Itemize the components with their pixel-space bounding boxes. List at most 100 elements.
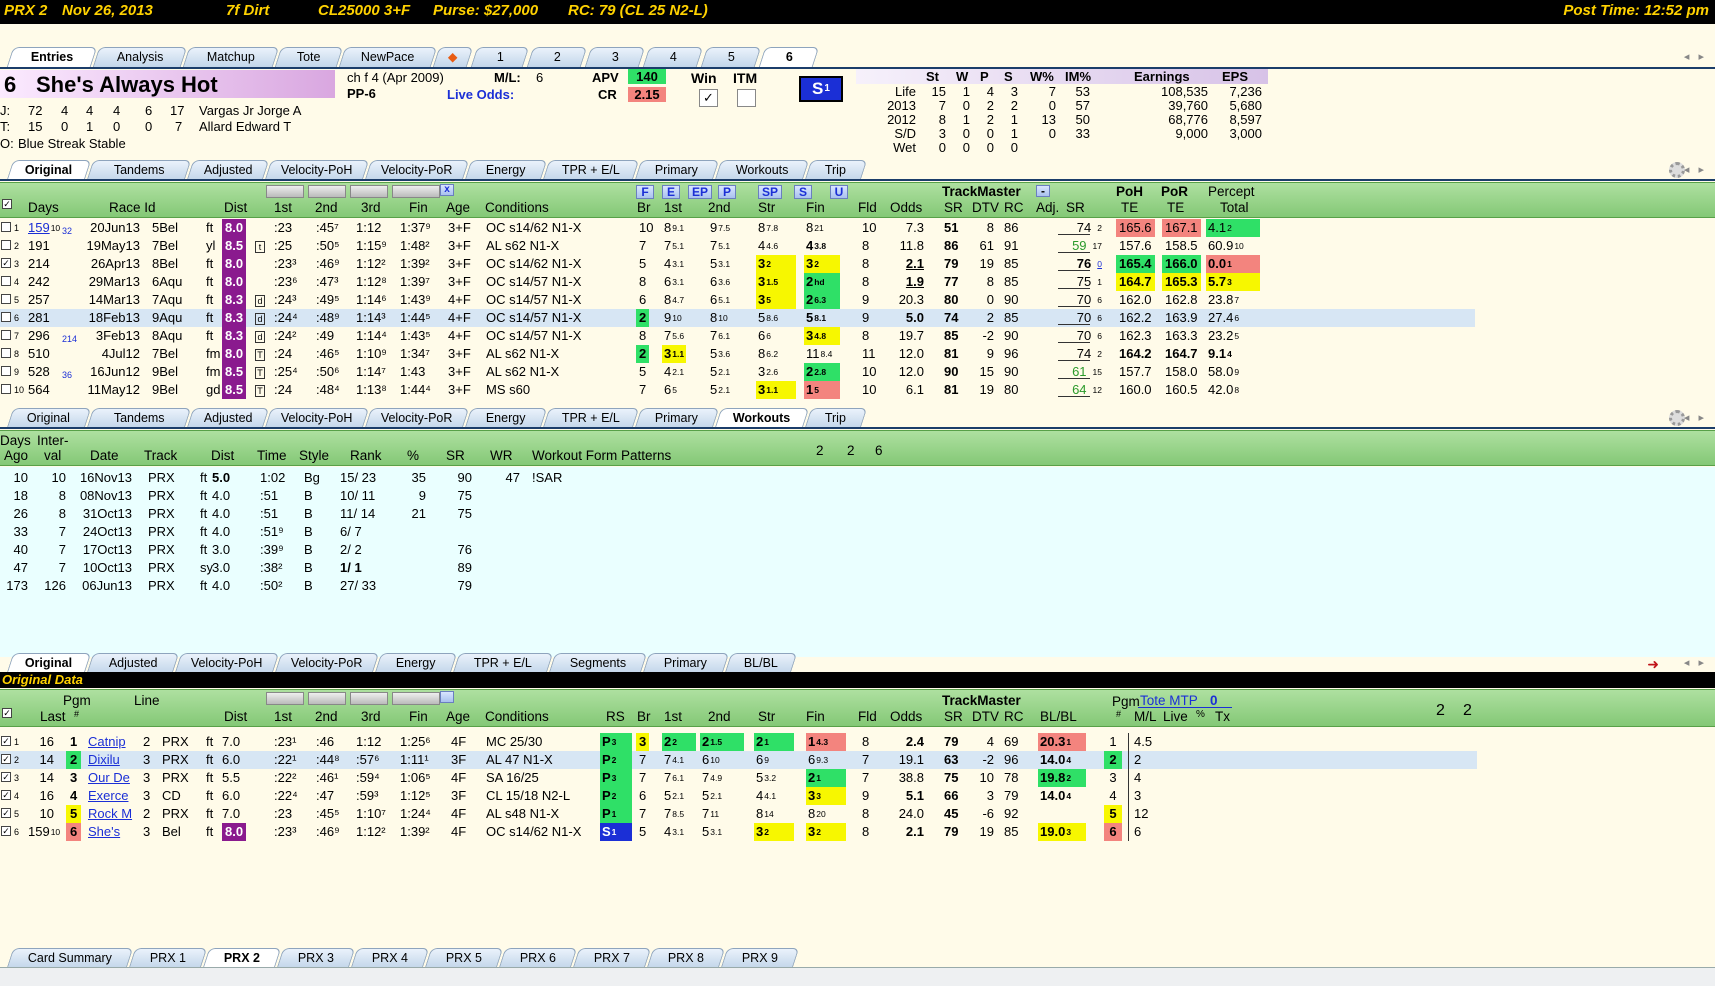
- workout-row[interactable]: 40 7 17Oct13 PRX ft 3.0:39⁹ B 2/ 2 76: [0, 541, 1715, 559]
- fd-sort-3rd-button[interactable]: [350, 692, 388, 705]
- bottom-tab-card-summary[interactable]: Card Summary: [6, 948, 134, 968]
- field-horse-name[interactable]: Rock M: [88, 805, 132, 823]
- wk-tab-tpr-el[interactable]: TPR + E/L: [542, 408, 640, 428]
- pp-tab-tpr-el[interactable]: TPR + E/L: [542, 160, 640, 180]
- fd-tab-primary[interactable]: Primary: [642, 653, 730, 673]
- pp-tab-adjusted[interactable]: Adjusted: [186, 160, 270, 180]
- pp-select-all-checkbox[interactable]: ✓: [2, 199, 12, 209]
- fd-tab-original[interactable]: Original: [6, 653, 92, 673]
- pp-row-checkbox[interactable]: [1, 240, 11, 250]
- field-horse-name[interactable]: She's: [88, 823, 120, 841]
- field-row[interactable]: ✓ 6 15910 6 She's 3 Bel ft 8.0:23³:46⁹ 1:12² 1:39²…: [0, 823, 1477, 841]
- field-row-checkbox[interactable]: ✓: [1, 754, 11, 764]
- workout-row[interactable]: 10 10 16Nov13 PRX ft 5.0 1:02 Bg 15/ 23 35 90 47 !SA…: [0, 469, 1715, 487]
- field-row-checkbox[interactable]: ✓: [1, 772, 11, 782]
- pp-sort-2nd-button[interactable]: [308, 185, 346, 198]
- bottom-tab-prx-6[interactable]: PRX 6: [498, 948, 578, 968]
- fd-clear-x-button[interactable]: [440, 691, 454, 703]
- tab-race-5[interactable]: 5: [700, 47, 762, 67]
- pp-tab-energy[interactable]: Energy: [464, 160, 548, 180]
- workout-row[interactable]: 18 8 08Nov13 PRX ft 4.0:51 B 10/ 11 9 75: [0, 487, 1715, 505]
- bottom-tab-prx-9[interactable]: PRX 9: [720, 948, 800, 968]
- tab-tote[interactable]: Tote: [274, 47, 344, 67]
- pace-filter-sp-button[interactable]: SP: [758, 185, 782, 199]
- fd-tab-segments[interactable]: Segments: [548, 653, 648, 673]
- pp-row-checkbox[interactable]: [1, 366, 11, 376]
- pp-row[interactable]: 6 281 18Feb13 9Aqu ft 8.3 d:24⁴:48⁹ 1:14³ 1:44⁵ 4…: [0, 309, 1475, 327]
- wk-tab-original[interactable]: Original: [6, 408, 92, 428]
- wk-tab-scroll-arrows[interactable]: ◂ ▸: [1684, 411, 1707, 424]
- field-horse-name[interactable]: Catnip: [88, 733, 126, 751]
- pp-row[interactable]: 8 510 4Jul12 7Bel fm 8.0 T:24:46⁵ 1:10⁹ 1:34⁷ 3+F…: [0, 345, 1475, 363]
- fd-tab-adjusted[interactable]: Adjusted: [86, 653, 180, 673]
- pp-row-checkbox[interactable]: [1, 330, 11, 340]
- field-row[interactable]: ✓ 2 14 2 Dixilu 3 PRX ft 6.0:22¹:44⁸:57⁶ 1:11¹ 3F A…: [0, 751, 1477, 769]
- pp-clear-x-button[interactable]: x: [440, 184, 454, 196]
- tab-scroll-arrows[interactable]: ◂ ▸: [1684, 50, 1707, 63]
- fd-tab-velocity-por[interactable]: Velocity-PoR: [274, 653, 380, 673]
- bottom-tab-prx-4[interactable]: PRX 4: [350, 948, 430, 968]
- pace-filter-s-button[interactable]: S: [794, 185, 812, 199]
- tab-diamond[interactable]: ◆: [432, 47, 474, 67]
- field-select-all-checkbox[interactable]: ✓: [2, 708, 12, 718]
- pp-tab-original[interactable]: Original: [6, 160, 92, 180]
- fd-sort-2nd-button[interactable]: [308, 692, 346, 705]
- pp-row-checkbox[interactable]: [1, 348, 11, 358]
- pace-filter-f-button[interactable]: F: [636, 185, 654, 199]
- pp-row[interactable]: 4 242 29Mar13 6Aqu ft 8.0:23⁶:47³ 1:12⁸ 1:39⁷ 3+…: [0, 273, 1475, 291]
- pp-tab-primary[interactable]: Primary: [634, 160, 720, 180]
- pp-row[interactable]: ✓ 3 214 26Apr13 8Bel ft 8.0:23³:46⁹ 1:12² 1:39² 3…: [0, 255, 1475, 273]
- fd-sort-1st-button[interactable]: [266, 692, 304, 705]
- pp-sort-1st-button[interactable]: [266, 185, 304, 198]
- fd-tab-energy[interactable]: Energy: [374, 653, 458, 673]
- wk-tab-adjusted[interactable]: Adjusted: [186, 408, 270, 428]
- pp-row-checkbox[interactable]: [1, 276, 11, 286]
- pp-tab-workouts[interactable]: Workouts: [714, 160, 810, 180]
- field-row[interactable]: ✓ 4 16 4 Exerce 3 CD ft 6.0:22⁴:47:59³ 1:12⁵ 3F CL …: [0, 787, 1477, 805]
- bottom-tab-prx-8[interactable]: PRX 8: [646, 948, 726, 968]
- bottom-tab-prx-3[interactable]: PRX 3: [276, 948, 356, 968]
- fd-tab-scroll-arrows[interactable]: ◂ ▸: [1684, 656, 1707, 669]
- bottom-tab-prx-2[interactable]: PRX 2: [202, 948, 282, 968]
- pp-row[interactable]: 7 296 214 3Feb13 8Aqu ft 8.3 d:24²:49 1:14⁴ 1:43⁵…: [0, 327, 1475, 345]
- pp-row-checkbox[interactable]: [1, 312, 11, 322]
- pp-tab-trip[interactable]: Trip: [804, 160, 868, 180]
- bottom-tab-prx-5[interactable]: PRX 5: [424, 948, 504, 968]
- wk-tab-primary[interactable]: Primary: [634, 408, 720, 428]
- pp-row[interactable]: 5 257 14Mar13 7Aqu ft 8.3 d:24³:49⁵ 1:14⁶ 1:43⁹ 4…: [0, 291, 1475, 309]
- fd-tab-tpr-el[interactable]: TPR + E/L: [452, 653, 554, 673]
- tab-race-6[interactable]: 6: [758, 47, 820, 67]
- field-row[interactable]: ✓ 5 10 5 Rock M 2 PRX ft 7.0:23:45⁵ 1:10⁷ 1:24⁴ 4F A…: [0, 805, 1477, 823]
- field-horse-name[interactable]: Our De: [88, 769, 130, 787]
- pp-tab-tandems[interactable]: Tandems: [86, 160, 192, 180]
- pp-settings-gear-icon[interactable]: [1669, 162, 1685, 178]
- field-row[interactable]: ✓ 1 16 1 Catnip 2 PRX ft 7.0:23¹:46 1:12 1:25⁶ 4F MC…: [0, 733, 1477, 751]
- tab-race-4[interactable]: 4: [642, 47, 704, 67]
- wk-tab-trip[interactable]: Trip: [804, 408, 868, 428]
- pace-filter-e-button[interactable]: E: [662, 185, 680, 199]
- pp-row-checkbox[interactable]: [1, 384, 11, 394]
- bottom-tab-prx-1[interactable]: PRX 1: [128, 948, 208, 968]
- pp-row[interactable]: 10 564 11May12 9Bel gd 8.5 T:24:48⁴ 1:13⁸ 1:44⁴ 3…: [0, 381, 1475, 399]
- field-row-checkbox[interactable]: ✓: [1, 826, 11, 836]
- pp-row-checkbox[interactable]: ✓: [1, 258, 11, 268]
- workout-row[interactable]: 33 7 24Oct13 PRX ft 4.0:51⁹ B 6/ 7: [0, 523, 1715, 541]
- tab-newpace[interactable]: NewPace: [338, 47, 438, 67]
- fd-sort-fin-button[interactable]: [392, 692, 440, 705]
- field-row-checkbox[interactable]: ✓: [1, 790, 11, 800]
- trackmaster-collapse-button[interactable]: -: [1036, 185, 1050, 197]
- wk-tab-energy[interactable]: Energy: [464, 408, 548, 428]
- workout-row[interactable]: 47 7 10Oct13 PRX sy 3.0:38² B 1/ 1 89: [0, 559, 1715, 577]
- tab-race-3[interactable]: 3: [584, 47, 646, 67]
- tab-race-2[interactable]: 2: [526, 47, 588, 67]
- pp-sort-fin-button[interactable]: [392, 185, 440, 198]
- export-icon[interactable]: ➜: [1647, 656, 1659, 673]
- field-horse-name[interactable]: Exerce: [88, 787, 128, 805]
- pace-filter-ep-button[interactable]: EP: [688, 185, 712, 199]
- pp-row[interactable]: 2 191 19May13 7Bel yl 8.5 t:25:50⁵ 1:15⁹ 1:48² 3+…: [0, 237, 1475, 255]
- tab-race-1[interactable]: 1: [470, 47, 530, 67]
- pp-sort-3rd-button[interactable]: [350, 185, 388, 198]
- fd-tab-velocity-poh[interactable]: Velocity-PoH: [174, 653, 280, 673]
- workout-row[interactable]: 173 126 06Jun13 PRX ft 4.0:50² B 27/ 33 79: [0, 577, 1715, 595]
- pp-tab-scroll-arrows[interactable]: ◂ ▸: [1684, 163, 1707, 176]
